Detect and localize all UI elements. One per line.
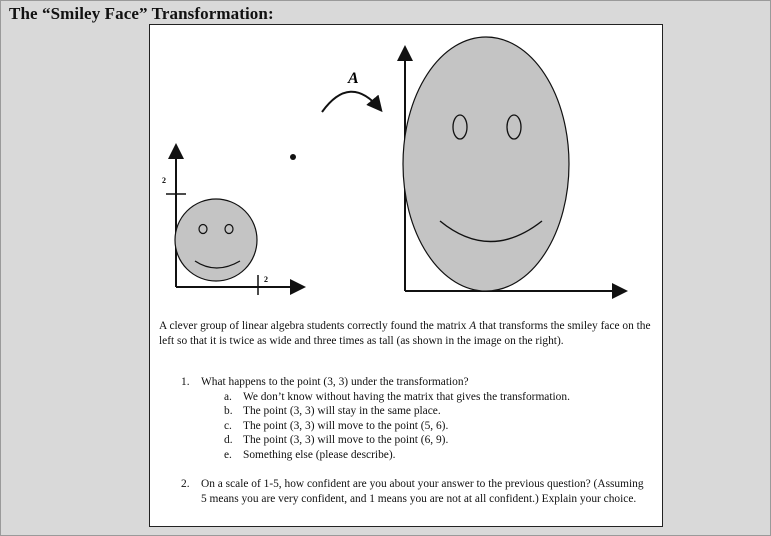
- small-x-tick-label: 2: [264, 275, 268, 284]
- question-2: 2. On a scale of 1-5, how confident are …: [181, 477, 651, 522]
- large-smiley-face: [402, 36, 570, 292]
- small-left-eye: [198, 223, 208, 235]
- question-1: 1. What happens to the point (3, 3) unde…: [181, 375, 651, 463]
- option-text: The point (3, 3) will move to the point …: [243, 434, 449, 446]
- question-1-number: 1.: [181, 376, 190, 388]
- option-letter: d.: [224, 434, 233, 446]
- smiley-transformation-figure: 2 2 A: [162, 36, 628, 299]
- large-right-eye: [506, 114, 522, 140]
- option-letter: b.: [224, 405, 233, 417]
- small-y-tick-label: 2: [162, 176, 166, 185]
- option-text: The point (3, 3) will move to the point …: [243, 419, 449, 432]
- large-left-eye: [452, 114, 468, 140]
- page-title: The “Smiley Face” Transformation:: [9, 4, 274, 23]
- point-dot: [290, 154, 296, 160]
- problem-paragraph: A clever group of linear algebra student…: [159, 320, 651, 347]
- option-letter: c.: [224, 419, 232, 432]
- option-text: We don’t know without having the matrix …: [243, 390, 570, 403]
- option-text: The point (3, 3) will stay in the same p…: [243, 405, 441, 417]
- option-letter: e.: [224, 448, 232, 461]
- transformation-arrow: [321, 90, 383, 113]
- small-smiley-face: [174, 198, 258, 282]
- question-2-text: On a scale of 1-5, how confident are you…: [201, 478, 644, 505]
- option-letter: a.: [224, 390, 232, 403]
- question-2-number: 2.: [181, 478, 190, 490]
- worksheet-document: 2 2 A A clever group of linear algebra s…: [149, 24, 663, 527]
- small-right-eye: [224, 223, 234, 235]
- question-1-text: What happens to the point (3, 3) under t…: [201, 376, 469, 388]
- option-text: Something else (please describe).: [243, 448, 396, 461]
- matrix-a-label: A: [347, 70, 359, 87]
